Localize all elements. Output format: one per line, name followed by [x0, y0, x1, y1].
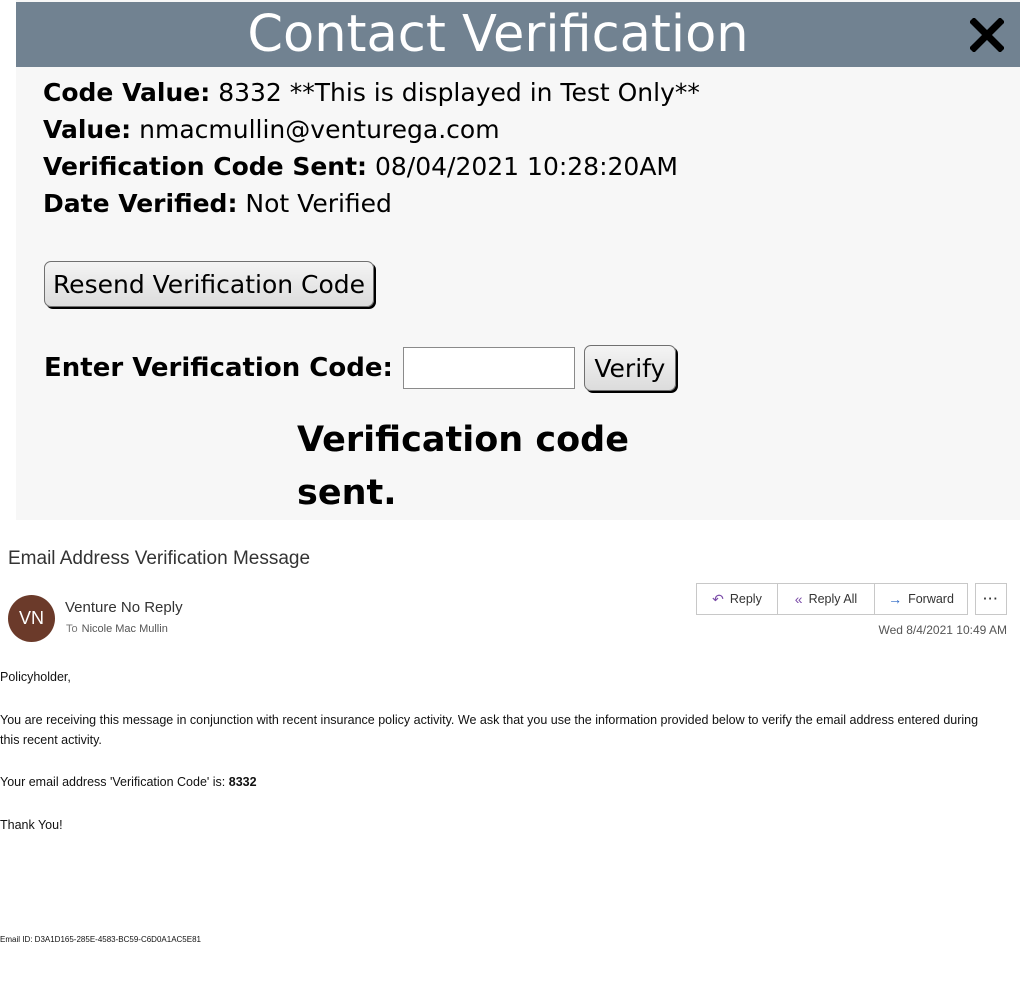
forward-label: Forward: [908, 592, 954, 606]
email-paragraph: You are receiving this message in conjun…: [0, 713, 979, 747]
status-message: Verification code sent.: [297, 420, 629, 513]
enter-code-label: Enter Verification Code:: [44, 353, 393, 383]
value-row: Value: nmacmullin@venturega.com: [43, 111, 700, 148]
forward-button[interactable]: → Forward: [874, 583, 968, 615]
date-verified-row: Date Verified: Not Verified: [43, 185, 700, 222]
date-verified-label: Date Verified:: [43, 189, 238, 218]
more-icon: ···: [983, 592, 999, 606]
recipient-name[interactable]: Nicole Mac Mullin: [82, 623, 168, 635]
resend-verification-code-button[interactable]: Resend Verification Code: [44, 261, 374, 307]
more-actions-button[interactable]: ···: [975, 583, 1007, 615]
avatar: VN: [8, 595, 55, 642]
to-label: To: [66, 623, 78, 635]
value-label: Value:: [43, 115, 132, 144]
dialog-header: Contact Verification: [16, 2, 1020, 67]
recipient-line: To Nicole Mac Mullin: [66, 623, 168, 635]
code-sent-value: 08/04/2021 10:28:20AM: [375, 152, 678, 181]
reply-button[interactable]: ↶ Reply: [696, 583, 778, 615]
verification-code-input[interactable]: [402, 347, 575, 389]
reply-all-icon: «: [794, 591, 803, 607]
enter-code-row: Enter Verification Code: Verify: [44, 345, 676, 391]
reply-icon: ↶: [712, 591, 724, 607]
code-value-row: Code Value: 8332 **This is displayed in …: [43, 74, 700, 111]
code-sent-row: Verification Code Sent: 08/04/2021 10:28…: [43, 148, 700, 185]
code-value: 8332 **This is displayed in Test Only**: [218, 78, 700, 107]
close-icon: [970, 17, 1004, 52]
verification-details: Code Value: 8332 **This is displayed in …: [43, 74, 700, 222]
forward-icon: →: [888, 591, 903, 607]
contact-verification-dialog: Contact Verification Code Value: 8332 **…: [16, 0, 1020, 520]
value-text: nmacmullin@venturega.com: [139, 115, 500, 144]
email-subject: Email Address Verification Message: [8, 548, 311, 569]
avatar-initials: VN: [18, 608, 44, 628]
date-verified-value: Not Verified: [245, 189, 392, 218]
reply-label: Reply: [729, 592, 762, 606]
email-verification-code: 8332: [228, 775, 257, 789]
reply-all-label: Reply All: [808, 592, 858, 606]
reply-all-button[interactable]: « Reply All: [777, 583, 875, 615]
sender-name[interactable]: Venture No Reply: [65, 599, 183, 616]
email-code-line: Your email address 'Verification Code' i…: [0, 772, 257, 792]
close-button[interactable]: [962, 2, 1012, 67]
code-value-label: Code Value:: [43, 78, 211, 107]
email-actions: ↶ Reply « Reply All → Forward ···: [696, 583, 1007, 615]
dialog-title: Contact Verification: [247, 5, 749, 64]
code-sent-label: Verification Code Sent:: [43, 152, 368, 181]
email-timestamp: Wed 8/4/2021 10:49 AM: [878, 623, 1007, 637]
verify-button[interactable]: Verify: [583, 345, 676, 391]
code-line-prefix: Your email address 'Verification Code' i…: [0, 775, 229, 789]
email-greeting: Policyholder,: [0, 670, 71, 684]
email-thanks: Thank You!: [0, 818, 63, 832]
email-id: Email ID: D3A1D165-285E-4583-BC59-C6D0A1…: [0, 935, 201, 944]
